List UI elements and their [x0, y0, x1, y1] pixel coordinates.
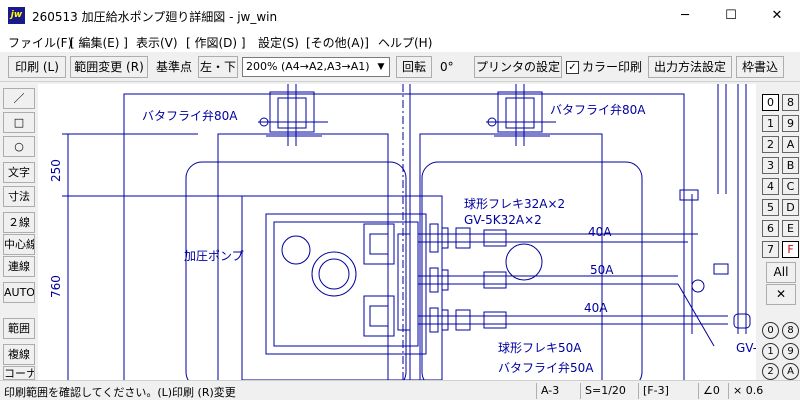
rotate-value: 0° [440, 60, 454, 74]
status-zoom[interactable]: × 0.6 [728, 383, 798, 399]
pump-unit [265, 213, 427, 355]
status-bar: 印刷範囲を確認してください。(L)印刷 (R)変更 A-3 S=1/20 [F-… [0, 380, 800, 400]
booster-pump-label: 加圧ポンプ [184, 249, 244, 263]
layer-F[interactable]: F [782, 241, 799, 258]
print-button[interactable]: 印刷 (L) [8, 56, 66, 78]
print-toolbar: 印刷 (L) 範囲変更 (R) 基準点 左・下 200% (A4→A2,A3→A… [0, 52, 800, 82]
printer-settings-button[interactable]: プリンタの設定 [474, 56, 562, 78]
gv-label: GV- [736, 341, 756, 355]
scale-select[interactable]: 200% (A4→A2,A3→A1) ▼ [242, 57, 390, 77]
double-line-tool-button[interactable]: ２線 [3, 212, 35, 233]
left-tool-palette: ／ □ ○ 文字 寸法 ２線 中心線 連線 AUTO 範囲 複線 コーナ [0, 84, 38, 380]
layer-circle-9[interactable]: 9 [782, 343, 799, 360]
close-button[interactable]: ✕ [754, 0, 800, 31]
status-scale[interactable]: S=1/20 [580, 383, 638, 399]
layer-circle-A[interactable]: A [782, 363, 799, 380]
layer-group-circle-0[interactable]: 0 [762, 322, 779, 339]
maximize-button[interactable]: ☐ [708, 0, 754, 31]
layer-group-1[interactable]: 1 [762, 115, 779, 132]
layer-group-circle-1[interactable]: 1 [762, 343, 779, 360]
butterfly-valve-left-label: バタフライ弁80A [142, 108, 238, 123]
text-tool-button[interactable]: 文字 [3, 162, 35, 183]
base-point-button[interactable]: 左・下 [198, 56, 238, 78]
left-foundation [185, 161, 407, 380]
layer-D[interactable]: D [782, 199, 799, 216]
butterfly-valve-right-label: バタフライ弁80A [550, 102, 646, 117]
range-change-button[interactable]: 範囲変更 (R) [70, 56, 148, 78]
dimension-760-label: 760 [49, 275, 63, 298]
continuous-line-tool-button[interactable]: 連線 [3, 256, 35, 277]
layer-group-circle-2[interactable]: 2 [762, 363, 779, 380]
layer-group-7[interactable]: 7 [762, 241, 779, 258]
rectangle-tool-button[interactable]: □ [3, 112, 35, 133]
chevron-down-icon: ▼ [377, 62, 385, 72]
corner-tool-button[interactable]: コーナ [3, 366, 35, 380]
dimension-250-label: 250 [49, 159, 63, 182]
layer-group-3[interactable]: 3 [762, 157, 779, 174]
jw-app-icon: jw [8, 7, 25, 24]
checkbox-check-icon: ✓ [566, 61, 579, 74]
layer-9[interactable]: 9 [782, 115, 799, 132]
range-tool-button[interactable]: 範囲 [3, 318, 35, 339]
window-title: 260513 加圧給水ポンプ廻り詳細図 - jw_win [32, 10, 278, 24]
layer-group-6[interactable]: 6 [762, 220, 779, 237]
menu-view[interactable]: 表示(V) [136, 34, 178, 51]
pipe-40a-top-label: 40A [588, 225, 612, 239]
circle-tool-button[interactable]: ○ [3, 136, 35, 157]
center-line-tool-button[interactable]: 中心線 [3, 234, 35, 255]
spherical-flex-32-label: 球形フレキ32A×2 [464, 197, 565, 211]
layer-E[interactable]: E [782, 220, 799, 237]
status-message: 印刷範囲を確認してください。(L)印刷 (R)変更 [4, 386, 236, 399]
layer-group-5[interactable]: 5 [762, 199, 779, 216]
drawing-canvas[interactable]: バタフライ弁80A バタフライ弁80A 加圧ポンプ 球形フレキ32A×2 GV-… [38, 84, 756, 380]
status-layer[interactable]: [F-3] [638, 383, 698, 399]
layer-palette: 0 8 1 9 2 A 3 B 4 C 5 D 6 E 7 F All ✕ 0 … [756, 84, 800, 380]
status-paper-size[interactable]: A-3 [536, 383, 580, 399]
butterfly-valve-50-label: バタフライ弁50A [498, 360, 594, 375]
menu-draw[interactable]: [ 作図(D) ] [186, 34, 246, 51]
layer-C[interactable]: C [782, 178, 799, 195]
minimize-button[interactable]: ─ [662, 0, 708, 31]
layer-group-4[interactable]: 4 [762, 178, 779, 195]
close-icon[interactable]: ✕ [766, 284, 796, 305]
layer-B[interactable]: B [782, 157, 799, 174]
menu-other[interactable]: [その他(A)] [306, 34, 369, 51]
scale-select-value: 200% (A4→A2,A3→A1) [246, 60, 370, 73]
status-angle[interactable]: ∠0 [698, 383, 728, 399]
output-method-button[interactable]: 出力方法設定 [648, 56, 732, 78]
spherical-flex-50-label: 球形フレキ50A [498, 341, 582, 355]
layer-all-button[interactable]: All [766, 262, 796, 283]
menu-settings[interactable]: 設定(S) [258, 34, 299, 51]
layer-8[interactable]: 8 [782, 94, 799, 111]
menu-file[interactable]: ファイル(F) [8, 34, 72, 51]
pipe-40a-bottom-label: 40A [584, 301, 608, 315]
auto-tool-button[interactable]: AUTO [3, 282, 35, 303]
copy-line-tool-button[interactable]: 複線 [3, 344, 35, 365]
color-print-checkbox[interactable]: ✓ カラー印刷 [566, 57, 642, 77]
pump-base [241, 195, 443, 380]
color-print-label: カラー印刷 [582, 60, 643, 74]
layer-group-0[interactable]: 0 [762, 94, 779, 111]
frame-insert-button[interactable]: 枠書込 [736, 56, 784, 78]
base-point-label: 基準点 [156, 60, 193, 74]
layer-group-2[interactable]: 2 [762, 136, 779, 153]
layer-circle-8[interactable]: 8 [782, 322, 799, 339]
pump-inner [273, 221, 419, 347]
drawing-svg: バタフライ弁80A バタフライ弁80A 加圧ポンプ 球形フレキ32A×2 GV-… [49, 84, 756, 380]
pipe-50a-label: 50A [590, 263, 614, 277]
menu-edit[interactable]: [ 編集(E) ] [70, 34, 128, 51]
layer-A[interactable]: A [782, 136, 799, 153]
line-tool-button[interactable]: ／ [3, 88, 35, 109]
dimension-tool-button[interactable]: 寸法 [3, 186, 35, 207]
title-bar: jw 260513 加圧給水ポンプ廻り詳細図 - jw_win ─ ☐ ✕ [0, 0, 800, 31]
gate-valve-32-label: GV-5K32A×2 [464, 213, 542, 227]
menu-bar: ファイル(F) [ 編集(E) ] 表示(V) [ 作図(D) ] 設定(S) … [0, 31, 800, 52]
menu-help[interactable]: ヘルプ(H) [378, 34, 432, 51]
rotate-button[interactable]: 回転 [396, 56, 432, 78]
